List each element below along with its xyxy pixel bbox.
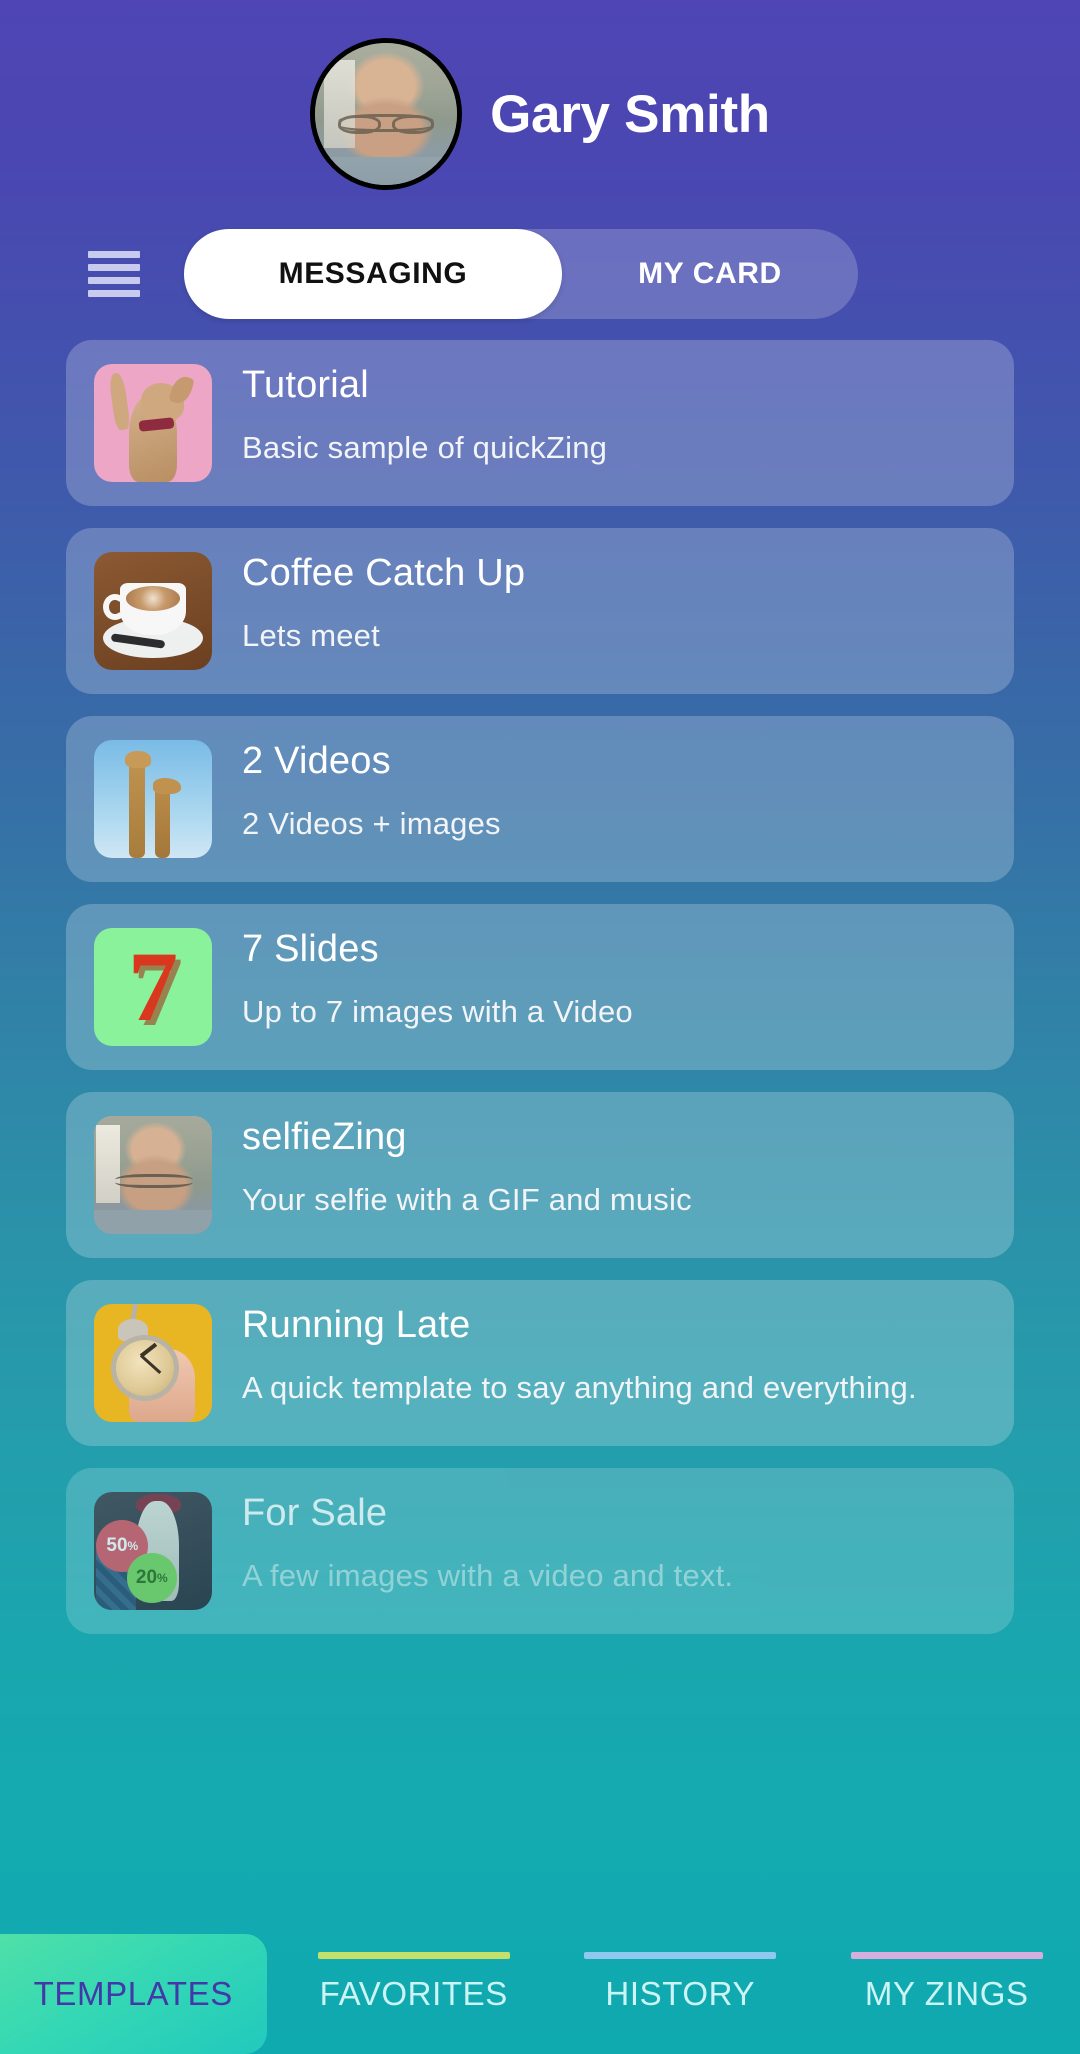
nav-item-favorites[interactable]: FAVORITES xyxy=(281,1934,548,2054)
list-item-text: For Sale A few images with a video and t… xyxy=(242,1492,986,1596)
list-item[interactable]: 7 7 Slides Up to 7 images with a Video xyxy=(66,904,1014,1070)
hamburger-line xyxy=(88,277,140,284)
list-item-subtitle: Your selfie with a GIF and music xyxy=(242,1181,692,1217)
bottom-navigation-bar: TEMPLATES FAVORITES HISTORY MY ZINGS xyxy=(0,1934,1080,2054)
tab-messaging-label: MESSAGING xyxy=(278,257,468,290)
hamburger-line xyxy=(88,251,140,258)
list-item-subtitle: Lets meet xyxy=(242,617,380,653)
list-item-title: selfieZing xyxy=(242,1116,407,1158)
list-item-title: For Sale xyxy=(242,1492,388,1534)
nav-item-templates[interactable]: TEMPLATES xyxy=(0,1934,267,2054)
list-item[interactable]: Coffee Catch Up Lets meet xyxy=(66,528,1014,694)
nav-indicator-favorites xyxy=(317,1952,510,1959)
list-item-title: Tutorial xyxy=(242,364,369,406)
percent-sign: % xyxy=(157,1571,168,1586)
list-item-subtitle: A quick template to say anything and eve… xyxy=(242,1369,917,1405)
list-item[interactable]: 2 Videos 2 Videos + images xyxy=(66,716,1014,882)
list-item[interactable]: selfieZing Your selfie with a GIF and mu… xyxy=(66,1092,1014,1258)
tab-my-card-label: MY CARD xyxy=(638,257,782,290)
nav-item-my-zings-label: MY ZINGS xyxy=(864,1975,1029,2012)
list-item-title: 7 Slides xyxy=(242,928,379,970)
nav-item-history-label: HISTORY xyxy=(605,1975,756,2012)
list-item-subtitle: 2 Videos + images xyxy=(242,805,501,841)
segmented-control: MY CARD MESSAGING xyxy=(184,229,858,319)
discount-badge-20: 20% xyxy=(127,1553,177,1603)
list-item-subtitle: Up to 7 images with a Video xyxy=(242,993,633,1029)
tab-messaging[interactable]: MESSAGING xyxy=(184,229,562,319)
nav-item-templates-label: TEMPLATES xyxy=(33,1975,233,2012)
avatar-glasses xyxy=(337,114,435,135)
discount-badge-20-value: 20 xyxy=(135,1567,158,1589)
list-item-subtitle: Basic sample of quickZing xyxy=(242,429,608,465)
latte-coffee-cup-thumbnail xyxy=(94,552,212,670)
list-item-title: Running Late xyxy=(242,1304,471,1346)
list-item-text: Tutorial Basic sample of quickZing xyxy=(242,364,986,468)
dog-waving-thumbnail xyxy=(94,364,212,482)
list-item-title: Coffee Catch Up xyxy=(242,552,526,594)
selfie-portrait-thumbnail xyxy=(94,1116,212,1234)
nav-item-history[interactable]: HISTORY xyxy=(547,1934,814,2054)
avatar-shirt xyxy=(315,156,458,185)
nav-item-favorites-label: FAVORITES xyxy=(319,1975,508,2012)
discount-badge-50-value: 50 xyxy=(106,1535,128,1557)
template-list: Tutorial Basic sample of quickZing Coffe… xyxy=(0,328,1080,1634)
list-item-title: 2 Videos xyxy=(242,740,391,782)
list-item-text: 2 Videos 2 Videos + images xyxy=(242,740,986,844)
list-item-text: Running Late A quick template to say any… xyxy=(242,1304,986,1408)
hamburger-line xyxy=(88,290,140,297)
sale-mannequin-thumbnail: 50% 20% xyxy=(94,1492,212,1610)
nav-indicator-my-zings xyxy=(850,1952,1043,1959)
nav-item-my-zings[interactable]: MY ZINGS xyxy=(814,1934,1080,2054)
list-item-text: Coffee Catch Up Lets meet xyxy=(242,552,986,656)
list-item[interactable]: Tutorial Basic sample of quickZing xyxy=(66,340,1014,506)
hamburger-line xyxy=(88,264,140,271)
avatar-background-wall xyxy=(323,60,355,149)
list-item-subtitle: A few images with a video and text. xyxy=(242,1557,734,1593)
two-giraffes-thumbnail xyxy=(94,740,212,858)
thumbnail-number: 7 xyxy=(128,931,178,1042)
list-item[interactable]: 50% 20% For Sale A few images with a vid… xyxy=(66,1468,1014,1634)
list-item-text: selfieZing Your selfie with a GIF and mu… xyxy=(242,1116,986,1220)
avatar[interactable] xyxy=(310,38,463,190)
page-title: Gary Smith xyxy=(490,84,770,144)
percent-sign: % xyxy=(127,1539,139,1554)
nav-indicator-history xyxy=(584,1952,777,1959)
profile-header: Gary Smith xyxy=(0,0,1080,220)
list-item[interactable]: Running Late A quick template to say any… xyxy=(66,1280,1014,1446)
list-item-text: 7 Slides Up to 7 images with a Video xyxy=(242,928,986,1032)
number-seven-thumbnail: 7 xyxy=(94,928,212,1046)
alarm-clock-in-hand-thumbnail xyxy=(94,1304,212,1422)
tab-my-card[interactable]: MY CARD xyxy=(528,229,858,319)
hamburger-menu-icon[interactable] xyxy=(88,251,140,297)
top-tab-row: MY CARD MESSAGING xyxy=(0,220,1080,328)
